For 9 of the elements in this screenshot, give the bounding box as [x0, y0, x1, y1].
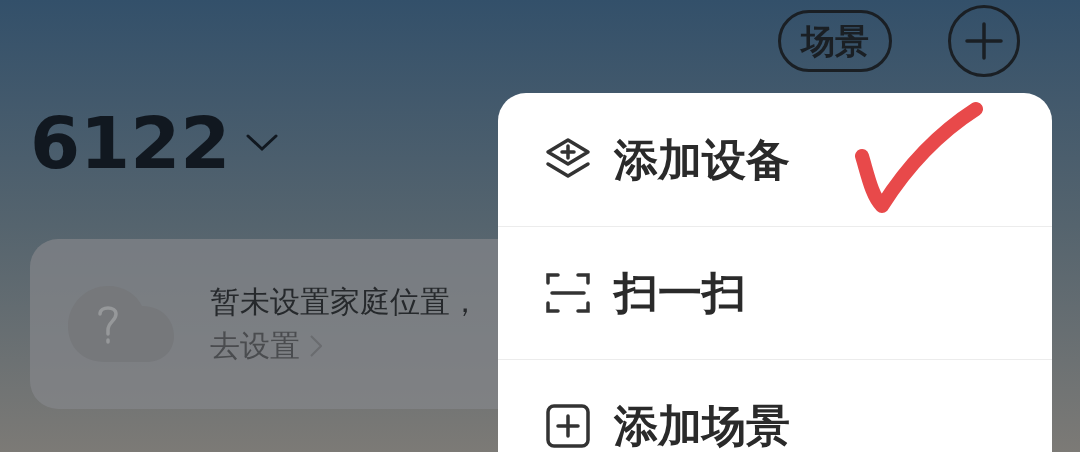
chevron-down-icon [246, 134, 279, 152]
add-button[interactable] [948, 5, 1020, 77]
home-name: 6122 [30, 107, 231, 179]
plus-icon [964, 21, 1004, 61]
cloud-question-icon [66, 284, 176, 364]
location-message: 暂未设置家庭位置， [210, 287, 480, 317]
menu-item[interactable]: 扫一扫 [498, 227, 766, 359]
menu-item[interactable]: 添加设备 [498, 93, 810, 226]
menu-item[interactable]: 添加场景 [498, 360, 810, 452]
